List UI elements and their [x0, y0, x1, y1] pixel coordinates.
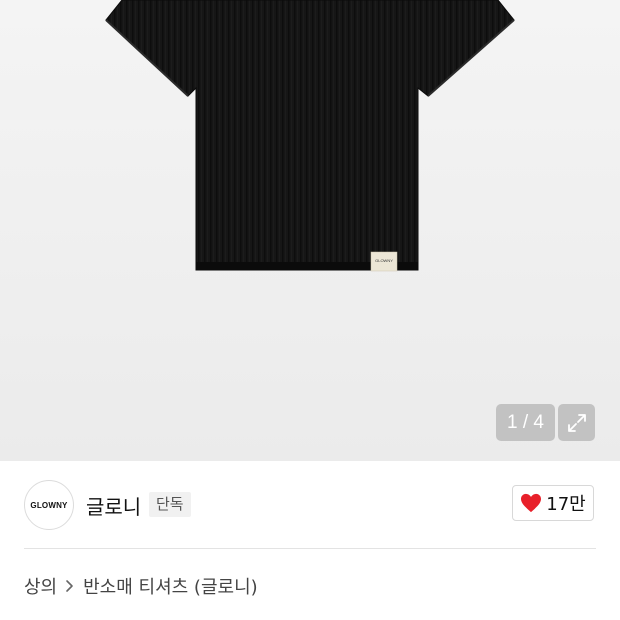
heart-icon — [521, 493, 542, 513]
like-button[interactable]: 17만 — [512, 485, 594, 521]
breadcrumb: 상의 반소매 티셔츠 (글로니) — [24, 573, 258, 599]
brand-logo-text: GLOWNY — [30, 500, 68, 510]
breadcrumb-subcategory[interactable]: 반소매 티셔츠 (글로니) — [83, 573, 258, 599]
like-count: 17만 — [546, 494, 586, 515]
product-image: GLOWNY — [105, 0, 515, 272]
expand-arrows-icon — [567, 413, 586, 432]
garment-label: GLOWNY — [370, 251, 398, 272]
brand-row: GLOWNY 글로니 단독 17만 — [0, 461, 620, 548]
divider — [24, 548, 596, 549]
brand-logo[interactable]: GLOWNY — [24, 480, 74, 530]
breadcrumb-category[interactable]: 상의 — [24, 573, 57, 599]
chevron-right-icon — [66, 580, 73, 592]
brand-name-link[interactable]: 글로니 — [86, 491, 141, 520]
product-image-gallery[interactable]: GLOWNY 1 / 4 — [0, 0, 620, 461]
exclusive-badge: 단독 — [149, 492, 191, 517]
image-counter: 1 / 4 — [496, 404, 555, 441]
fullscreen-button[interactable] — [558, 404, 595, 441]
garment-label-text: GLOWNY — [375, 258, 393, 263]
